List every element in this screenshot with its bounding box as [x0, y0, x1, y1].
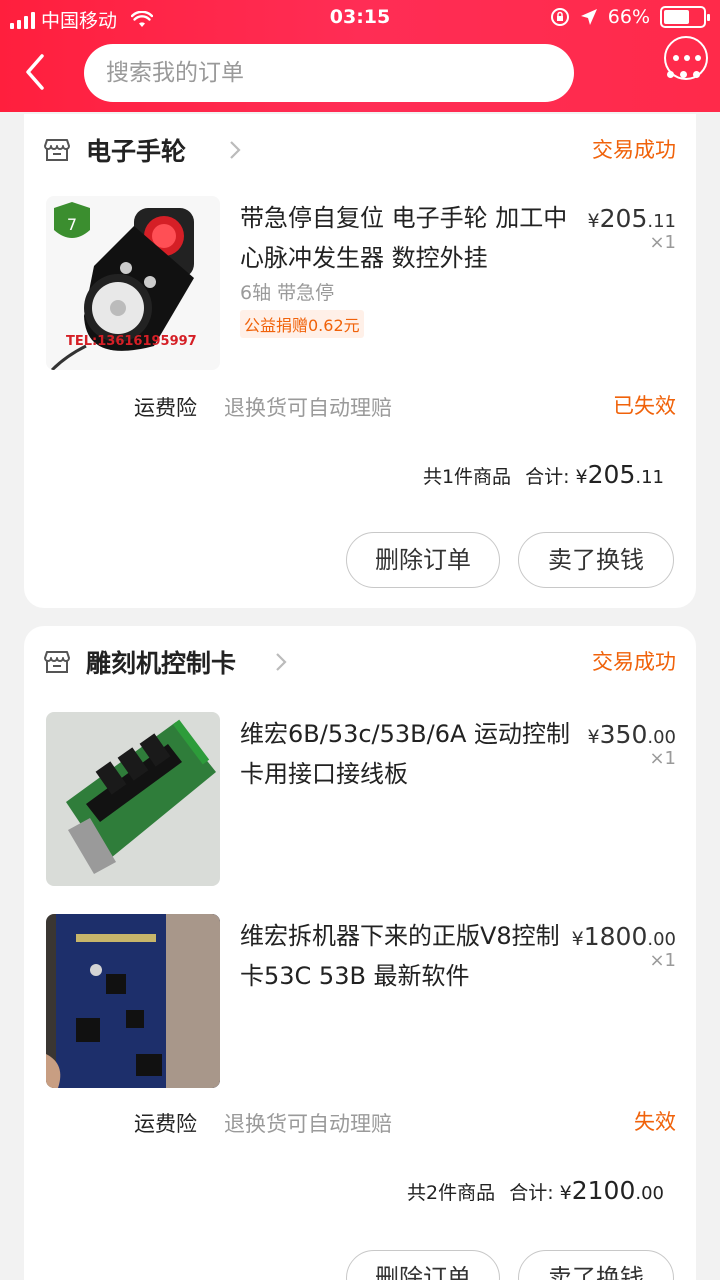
product-quantity: ×1: [649, 748, 676, 769]
total-decimal: .00: [635, 1183, 664, 1204]
search-input[interactable]: 搜索我的订单: [84, 44, 574, 102]
product-thumbnail: 7 TEL:13616195997: [46, 196, 220, 370]
product-title: 带急停自复位 电子手轮 加工中心脉冲发生器 数控外挂: [240, 204, 568, 272]
thumbnail-phone-text: TEL:13616195997: [66, 334, 197, 349]
order-card: 电子手轮 交易成功 7 TEL:13616195997 带急停自复位 电子手轮 …: [24, 114, 696, 608]
total-label: 合计:: [509, 1182, 554, 1204]
battery-percent: 66%: [607, 6, 650, 28]
total-currency: ¥: [559, 1182, 572, 1204]
shop-name: 电子手轮: [86, 137, 187, 166]
shop-row[interactable]: 电子手轮 交易成功: [24, 114, 696, 186]
delete-order-button[interactable]: 删除订单: [346, 1250, 500, 1280]
item-count: 共2件商品: [407, 1182, 496, 1204]
resell-button[interactable]: 卖了换钱: [518, 532, 674, 588]
total-amount: 2100: [571, 1176, 636, 1205]
order-summary: 共2件商品 合计: ¥2100.00: [407, 1176, 664, 1216]
product-thumbnail: [46, 914, 220, 1088]
product-quantity: ×1: [649, 232, 676, 253]
shop-icon: [44, 139, 70, 161]
product-title: 维宏拆机器下来的正版V8控制卡53C 53B 最新软件: [240, 922, 560, 990]
shop-icon: [44, 651, 70, 673]
rotation-lock-icon: [550, 8, 569, 26]
location-icon: [580, 9, 597, 25]
insurance-label: 运费险: [134, 1112, 197, 1136]
total-amount: 205: [587, 460, 636, 489]
insurance-description: 退换货可自动理赔: [224, 396, 392, 420]
order-item[interactable]: 7 TEL:13616195997 带急停自复位 电子手轮 加工中心脉冲发生器 …: [24, 196, 696, 376]
order-card: 雕刻机控制卡 交易成功 维宏6B/53c/53B/6A 运动控制卡用接口接线板 …: [24, 626, 696, 1280]
more-icon: [673, 55, 701, 61]
insurance-description: 退换货可自动理赔: [224, 1112, 392, 1136]
chevron-right-icon: [276, 653, 287, 671]
shop-name: 雕刻机控制卡: [86, 649, 237, 678]
total-currency: ¥: [575, 466, 588, 488]
order-status: 交易成功: [592, 650, 676, 674]
resell-button[interactable]: 卖了换钱: [518, 1250, 674, 1280]
battery-icon: [660, 6, 710, 28]
total-label: 合计:: [525, 466, 570, 488]
delete-order-button[interactable]: 删除订单: [346, 532, 500, 588]
product-price: ¥1800.00: [571, 922, 676, 951]
status-bar: 中国移动 03:15 66%: [0, 0, 720, 38]
product-thumbnail: [46, 712, 220, 886]
insurance-label: 运费险: [134, 396, 197, 420]
order-item[interactable]: 维宏拆机器下来的正版V8控制卡53C 53B 最新软件 ¥1800.00 ×1: [24, 914, 696, 1094]
product-quantity: ×1: [649, 950, 676, 971]
svg-text:7: 7: [67, 215, 77, 234]
more-dots-icon: [667, 71, 700, 78]
order-status: 交易成功: [592, 138, 676, 162]
item-count: 共1件商品: [422, 466, 512, 488]
app-header: 中国移动 03:15 66% 搜索我的订单: [0, 0, 720, 112]
chevron-right-icon: [230, 141, 241, 159]
shipping-insurance-row: 运费险 退换货可自动理赔 失效: [24, 1104, 696, 1144]
insurance-status: 失效: [634, 1110, 676, 1134]
shop-row[interactable]: 雕刻机控制卡 交易成功: [24, 626, 696, 698]
back-button[interactable]: [18, 52, 54, 92]
chevron-left-icon: [26, 54, 44, 90]
shipping-insurance-row: 运费险 退换货可自动理赔 已失效: [24, 388, 696, 428]
product-price: ¥350.00: [587, 720, 676, 749]
order-summary: 共1件商品 合计: ¥205.11: [423, 460, 664, 500]
product-title: 维宏6B/53c/53B/6A 运动控制卡用接口接线板: [240, 720, 571, 788]
product-price: ¥205.11: [587, 204, 676, 233]
order-item[interactable]: 维宏6B/53c/53B/6A 运动控制卡用接口接线板 ¥350.00 ×1: [24, 712, 696, 892]
insurance-status: 已失效: [613, 394, 676, 418]
charity-badge: 公益捐赠0.62元: [240, 310, 364, 338]
total-decimal: .11: [635, 467, 664, 488]
product-sku: 6轴 带急停: [240, 282, 335, 304]
